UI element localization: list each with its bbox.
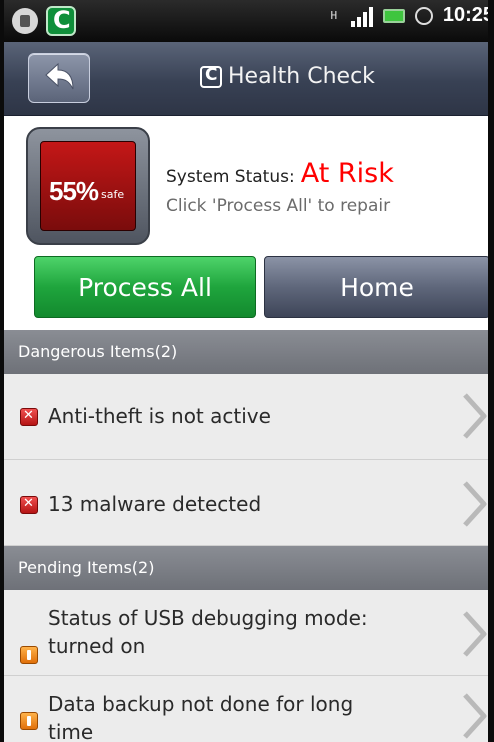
usb-notification-icon	[12, 8, 38, 34]
signal-icon	[350, 5, 373, 27]
list-item[interactable]: Status of USB debugging mode: turned on	[4, 590, 488, 676]
list-item-label: 13 malware detected	[48, 492, 262, 516]
safety-percent: 55%	[49, 176, 99, 206]
status-bar-right: H 10:25	[327, 4, 494, 27]
system-status-line: System Status: At Risk	[166, 158, 394, 189]
red-x-icon	[20, 496, 38, 514]
battery-icon	[382, 8, 405, 23]
status-bar-left	[12, 6, 76, 36]
chevron-right-icon	[463, 393, 487, 439]
list-item-label: Status of USB debugging mode: turned on	[48, 604, 368, 660]
chevron-right-icon	[463, 481, 487, 527]
chevron-right-icon	[463, 611, 487, 657]
page-title-group: Health Check	[200, 64, 375, 89]
list-item-line-1: Data backup not done for long	[48, 692, 354, 716]
red-x-icon	[20, 408, 38, 426]
back-arrow-icon	[45, 62, 74, 90]
chevron-right-icon	[463, 693, 487, 739]
network-type-indicator: H	[330, 8, 338, 22]
status-bar-time: 10:25	[442, 4, 494, 26]
list-item-label: Anti-theft is not active	[48, 404, 271, 428]
list-item-line-2: turned on	[48, 634, 146, 658]
safety-label: safe	[101, 188, 125, 201]
system-status-value: At Risk	[300, 158, 394, 189]
safety-gauge: 55% safe	[26, 127, 150, 245]
health-status-panel: 55% safe System Status: At Risk Click 'P…	[4, 116, 488, 330]
pending-items-header: Pending Items(2)	[4, 546, 488, 590]
safety-gauge-face: 55% safe	[40, 141, 136, 231]
list-item-line-2: time	[48, 720, 94, 742]
comodo-logo-icon	[200, 65, 222, 88]
back-button[interactable]	[28, 53, 90, 103]
repair-hint: Click 'Process All' to repair	[166, 196, 391, 216]
status-bar: H 10:25	[4, 0, 494, 42]
process-all-button[interactable]: Process All	[34, 256, 256, 318]
list-item[interactable]: Anti-theft is not active	[4, 374, 488, 460]
list-item-line-1: Status of USB debugging mode:	[48, 606, 368, 630]
list-item-label: Data backup not done for long time	[48, 690, 353, 742]
orange-alert-icon	[20, 646, 38, 664]
page-title: Health Check	[228, 64, 375, 89]
alarm-icon	[414, 6, 433, 25]
list-item[interactable]: 13 malware detected	[4, 460, 488, 546]
home-button[interactable]: Home	[264, 256, 488, 318]
system-status-label: System Status:	[166, 167, 295, 187]
list-item[interactable]: Data backup not done for long time	[4, 676, 488, 742]
title-bar: Health Check	[4, 42, 488, 116]
dangerous-items-header: Dangerous Items(2)	[4, 330, 488, 374]
orange-alert-icon	[20, 712, 38, 730]
comodo-notification-icon	[46, 6, 76, 36]
app-frame: H 10:25 Health Check 55% safe	[0, 0, 494, 742]
